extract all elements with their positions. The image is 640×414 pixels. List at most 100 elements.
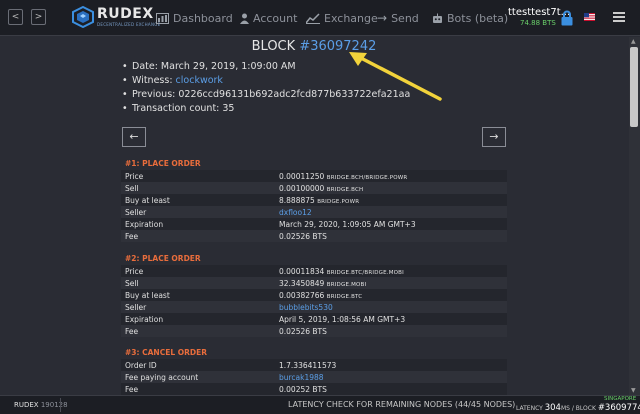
row-value: dxfloo12 xyxy=(275,206,507,218)
operation-table: Order ID 1.7.336411573 Fee paying account… xyxy=(121,359,507,395)
exchange-chart-icon xyxy=(306,12,320,24)
table-row: Seller dxfloo12 xyxy=(121,206,507,218)
latency-check-message: LATENCY CHECK FOR REMAINING NODES (44/45… xyxy=(288,400,516,409)
row-label: Sell xyxy=(121,277,275,289)
nav-account-label: Account xyxy=(253,11,298,25)
table-row: Buy at least 8.888875 BRIDGE.POWR xyxy=(121,194,507,206)
row-value: 0.02526 BTS xyxy=(275,230,507,242)
block-date: Date: March 29, 2019, 1:09:00 AM xyxy=(122,60,410,74)
lock-icon[interactable] xyxy=(561,10,573,26)
row-value: 0.00252 BTS xyxy=(275,383,507,395)
operation-table: Price 0.00011834 BRIDGE.BTC/BRIDGE.MOBI S… xyxy=(121,265,507,337)
table-row: Fee 0.02526 BTS xyxy=(121,325,507,337)
arrow-right-icon: → xyxy=(377,11,388,25)
seller-link[interactable]: bubblebits530 xyxy=(279,303,333,312)
dashboard-icon xyxy=(156,12,169,24)
table-row: Fee 0.00252 BTS xyxy=(121,383,507,395)
row-value: 1.7.336411573 xyxy=(275,359,507,371)
row-label: Buy at least xyxy=(121,194,275,206)
latency-stats[interactable]: LATENCY 304MS / BLOCK #36097741 xyxy=(516,403,640,413)
rudex-logo-icon[interactable] xyxy=(72,6,94,28)
table-row: Sell 32.3450849 BRIDGE.MOBI xyxy=(121,277,507,289)
status-footer: RUDEX 190128 LATENCY CHECK FOR REMAINING… xyxy=(0,395,640,414)
nav-send[interactable]: → Send xyxy=(377,10,419,26)
scroll-down-icon[interactable]: ▼ xyxy=(631,387,636,394)
next-block-button[interactable]: → xyxy=(482,127,506,147)
row-label: Order ID xyxy=(121,359,275,371)
fee-account-link[interactable]: burcak1988 xyxy=(279,373,324,382)
latency-value: 304 xyxy=(544,403,561,413)
block-witness: Witness: clockwork xyxy=(122,74,410,88)
hamburger-menu-icon[interactable] xyxy=(613,12,625,22)
operation-table: Price 0.00011250 BRIDGE.BCH/BRIDGE.POWR S… xyxy=(121,170,507,242)
vertical-scrollbar[interactable]: ▲ ▼ xyxy=(629,37,640,395)
row-value: 0.00382766 BRIDGE.BTC xyxy=(275,289,507,301)
table-row: Order ID 1.7.336411573 xyxy=(121,359,507,371)
nav-account[interactable]: Account xyxy=(240,10,297,26)
table-row: Fee paying account burcak1988 xyxy=(121,371,507,383)
row-value: April 5, 2019, 1:08:56 AM GMT+3 xyxy=(275,313,507,325)
robot-icon xyxy=(433,13,442,23)
block-previous: Previous: 0226ccd96131b692adc2fcd877b633… xyxy=(122,88,410,102)
table-row: Sell 0.00100000 BRIDGE.BCH xyxy=(121,182,507,194)
row-label: Fee xyxy=(121,230,275,242)
scroll-thumb[interactable] xyxy=(630,47,638,127)
operation-title: #2: PLACE ORDER xyxy=(125,254,201,263)
table-row: Fee 0.02526 BTS xyxy=(121,230,507,242)
row-label: Expiration xyxy=(121,218,275,230)
block-title-prefix: BLOCK xyxy=(251,39,296,54)
user-icon xyxy=(240,13,249,24)
row-value: 8.888875 BRIDGE.POWR xyxy=(275,194,507,206)
row-label: Expiration xyxy=(121,313,275,325)
forward-button[interactable]: > xyxy=(31,9,46,25)
row-label: Seller xyxy=(121,301,275,313)
nav-dashboard[interactable]: Dashboard xyxy=(156,10,233,26)
seller-link[interactable]: dxfloo12 xyxy=(279,208,312,217)
row-value: 32.3450849 BRIDGE.MOBI xyxy=(275,277,507,289)
block-title: BLOCK #36097242 xyxy=(0,39,628,54)
nav-exchange-label: Exchange xyxy=(324,11,378,25)
previous-block-button[interactable]: ← xyxy=(122,127,146,147)
scroll-up-icon[interactable]: ▲ xyxy=(631,38,636,45)
head-block-number: #36097741 xyxy=(597,403,640,413)
block-details-panel: BLOCK #36097242 Date: March 29, 2019, 1:… xyxy=(0,37,628,395)
table-row: Buy at least 0.00382766 BRIDGE.BTC xyxy=(121,289,507,301)
nav-exchange[interactable]: Exchange xyxy=(306,10,378,26)
nav-dashboard-label: Dashboard xyxy=(173,11,233,25)
row-label: Fee xyxy=(121,383,275,395)
witness-link[interactable]: clockwork xyxy=(176,75,223,86)
operation-title: #1: PLACE ORDER xyxy=(125,159,201,168)
row-label: Buy at least xyxy=(121,289,275,301)
us-flag-icon[interactable] xyxy=(584,13,595,21)
row-label: Price xyxy=(121,170,275,182)
footer-divider xyxy=(60,398,61,412)
node-region[interactable]: SINGAPORE xyxy=(604,396,636,402)
row-label: Fee xyxy=(121,325,275,337)
nav-bots[interactable]: Bots (beta) xyxy=(432,10,508,26)
row-value: 0.00100000 BRIDGE.BCH xyxy=(275,182,507,194)
row-label: Sell xyxy=(121,182,275,194)
table-row: Price 0.00011834 BRIDGE.BTC/BRIDGE.MOBI xyxy=(121,265,507,277)
logo-text: RUDEX xyxy=(97,6,154,22)
row-value: March 29, 2020, 1:09:05 AM GMT+3 xyxy=(275,218,507,230)
footer-version: 190128 xyxy=(40,401,68,409)
row-value: 0.00011250 BRIDGE.BCH/BRIDGE.POWR xyxy=(275,170,507,182)
table-row: Expiration April 5, 2019, 1:08:56 AM GMT+… xyxy=(121,313,507,325)
table-row: Expiration March 29, 2020, 1:09:05 AM GMT… xyxy=(121,218,507,230)
block-info-list: Date: March 29, 2019, 1:09:00 AM Witness… xyxy=(122,60,410,116)
table-row: Seller bubblebits530 xyxy=(121,301,507,313)
row-value: burcak1988 xyxy=(275,371,507,383)
top-header: < > RUDEX DECENTRALIZED EXCHANGE Dashboa… xyxy=(0,0,640,36)
row-label: Seller xyxy=(121,206,275,218)
witness-label: Witness: xyxy=(132,75,173,86)
table-row: Price 0.00011250 BRIDGE.BCH/BRIDGE.POWR xyxy=(121,170,507,182)
operation-title: #3: CANCEL ORDER xyxy=(125,348,207,357)
nav-send-label: Send xyxy=(391,11,419,25)
back-button[interactable]: < xyxy=(8,9,23,25)
account-balance: 74.88 BTS xyxy=(520,19,556,27)
row-value: bubblebits530 xyxy=(275,301,507,313)
row-label: Price xyxy=(121,265,275,277)
row-value: 0.02526 BTS xyxy=(275,325,507,337)
block-transaction-count: Transaction count: 35 xyxy=(122,102,410,116)
nav-bots-label: Bots (beta) xyxy=(447,11,509,25)
